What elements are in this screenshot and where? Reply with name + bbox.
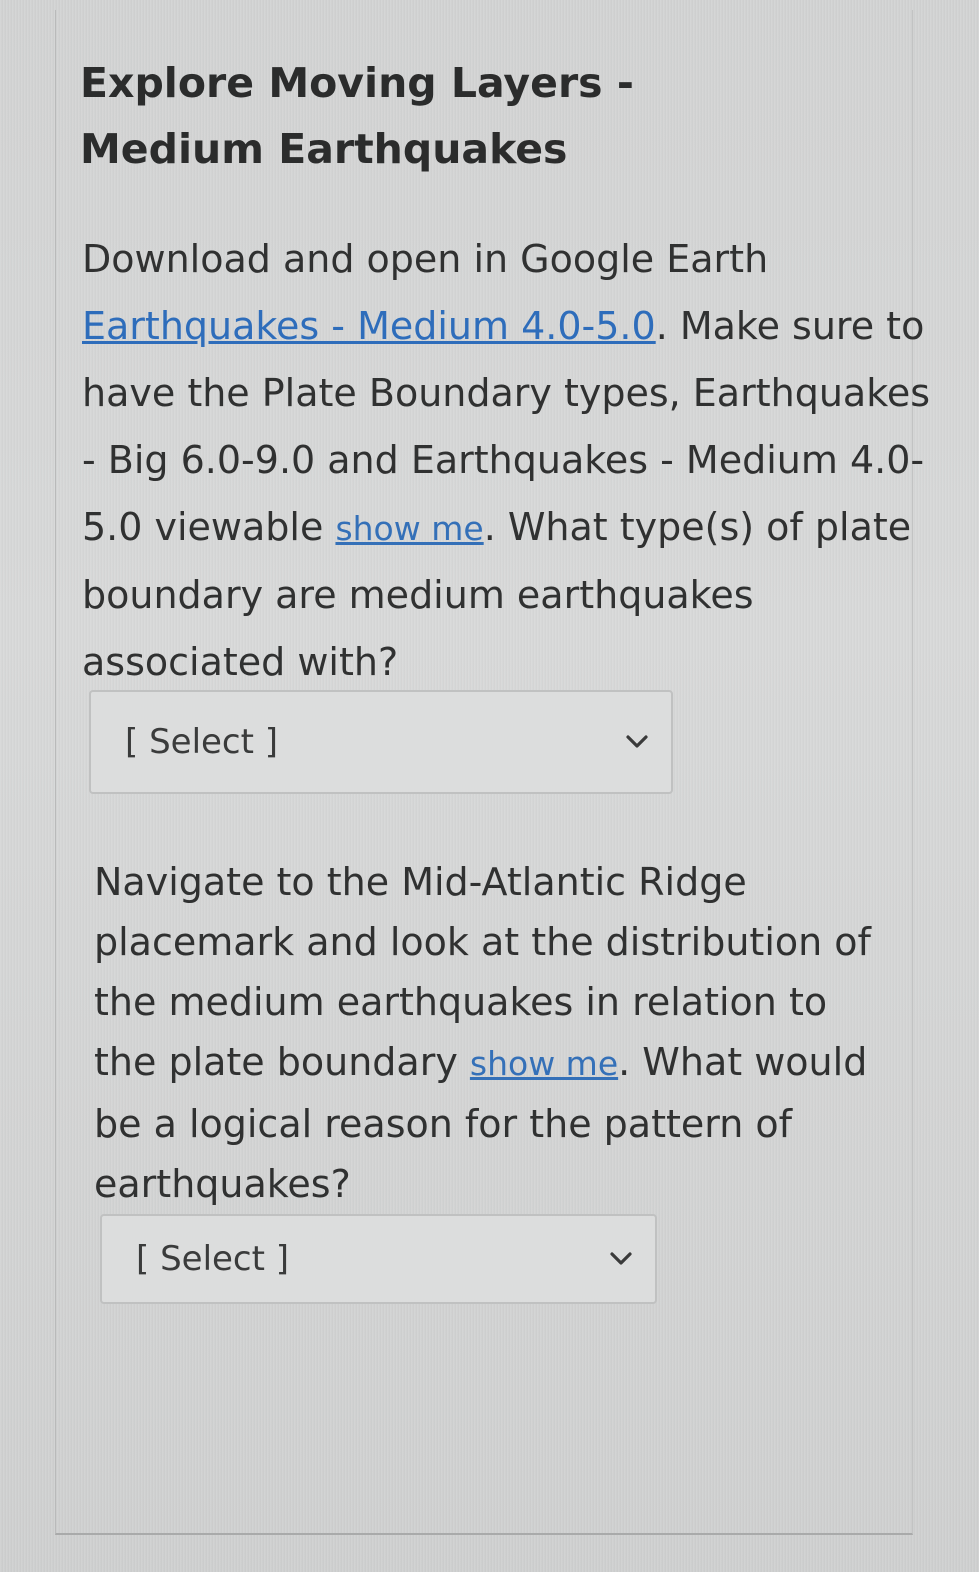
show-me-link-1[interactable]: show me — [335, 509, 483, 548]
chevron-down-icon — [610, 1252, 632, 1265]
question-1-intro: Download and open in Google Earth — [82, 237, 769, 281]
page-title: Explore Moving Layers - Medium Earthquak… — [80, 59, 634, 173]
question-1-text: Download and open in Google Earth Earthq… — [82, 226, 932, 696]
select-2-value: [ Select ] — [136, 1239, 290, 1279]
answer-select-1[interactable]: [ Select ] — [89, 690, 673, 794]
question-2-text: Navigate to the Mid-Atlantic Ridge place… — [94, 852, 884, 1214]
earthquakes-medium-file-link[interactable]: Earthquakes - Medium 4.0-5.0 — [82, 304, 656, 348]
show-me-link-2[interactable]: show me — [470, 1044, 618, 1083]
answer-select-2[interactable]: [ Select ] — [100, 1214, 657, 1304]
chevron-down-icon — [626, 735, 648, 748]
select-1-value: [ Select ] — [125, 722, 279, 762]
screen: Explore Moving Layers - Medium Earthquak… — [0, 0, 979, 1572]
